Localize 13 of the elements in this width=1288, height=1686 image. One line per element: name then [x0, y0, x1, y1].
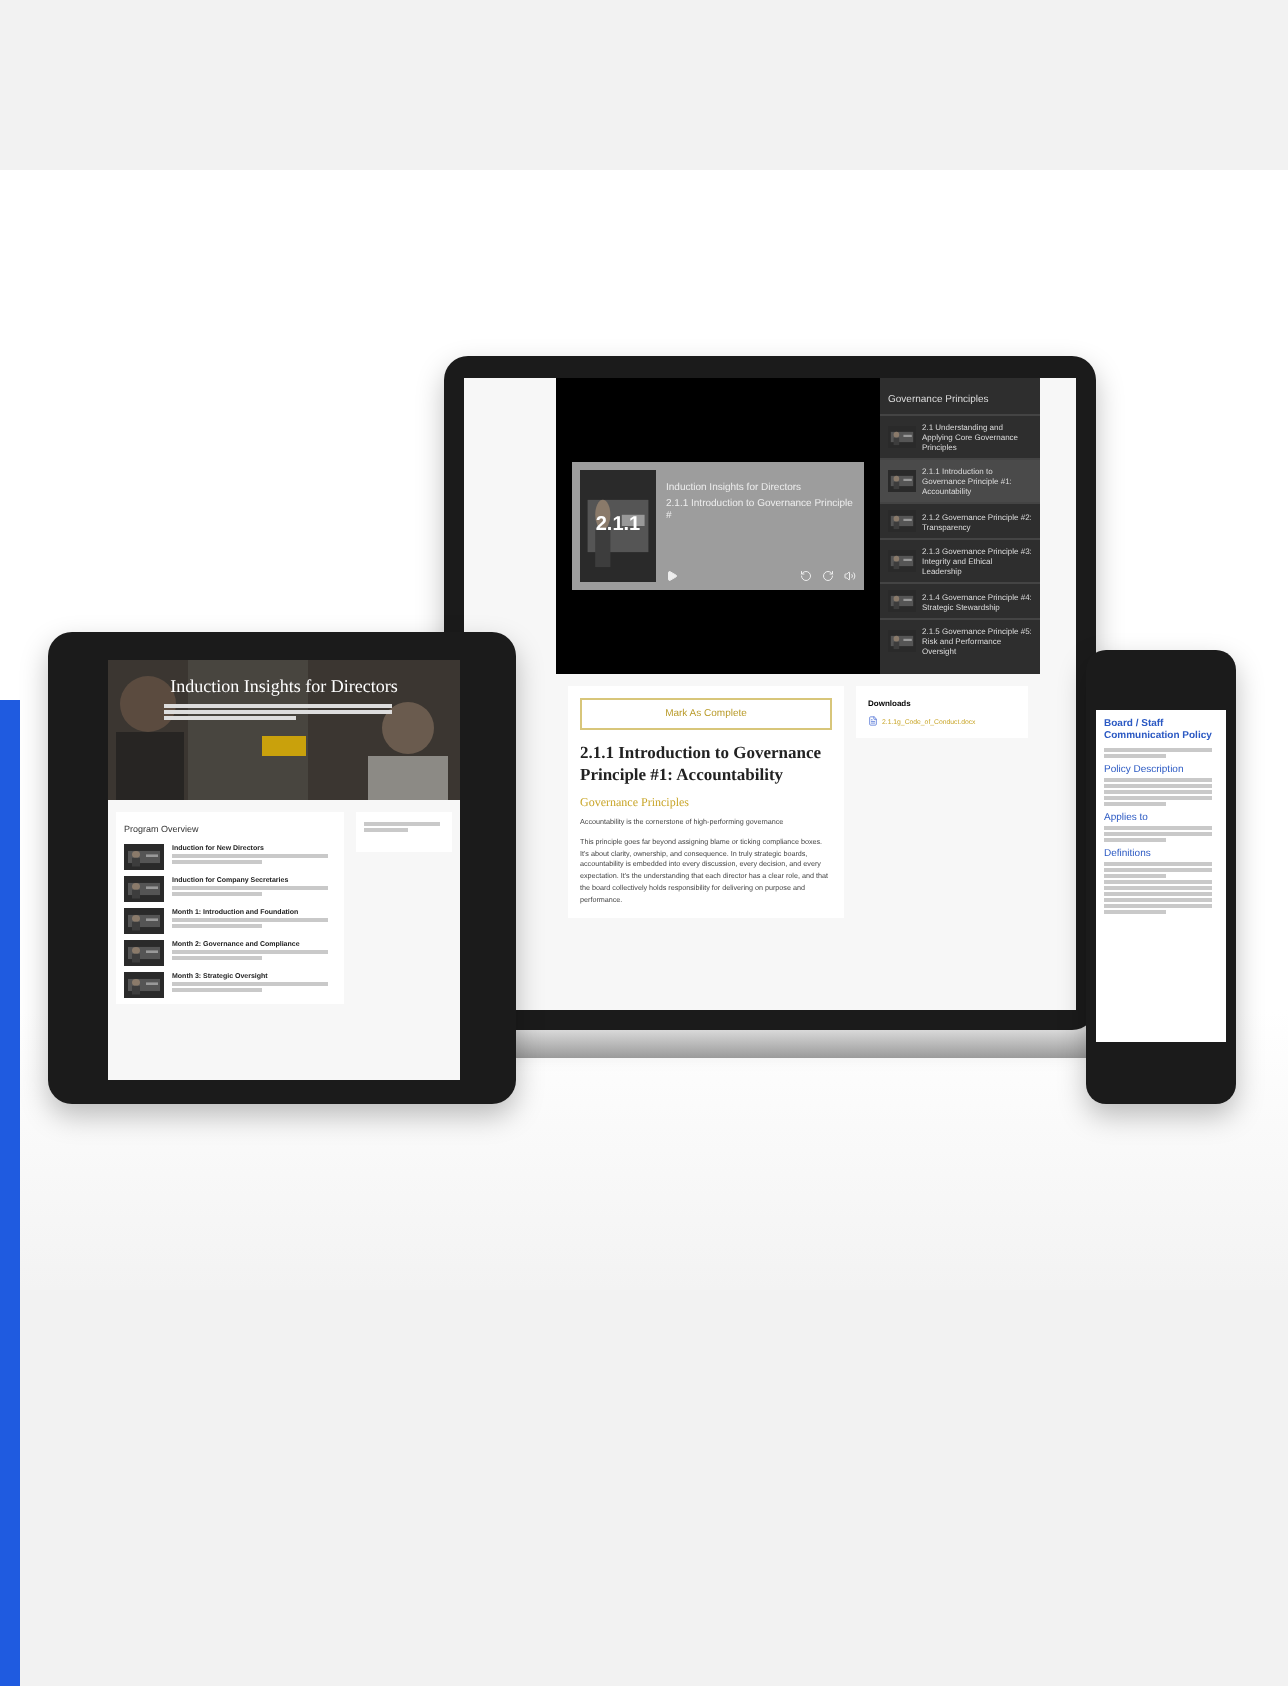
play-icon[interactable]: [666, 570, 678, 582]
start-button[interactable]: [262, 736, 306, 756]
text-lines-drawing: [364, 822, 444, 832]
text-lines-drawing: [1104, 748, 1218, 758]
text-lines-drawing: [1104, 778, 1218, 806]
course-title: Induction Insights for Directors: [170, 676, 398, 696]
forward-icon[interactable]: [822, 570, 834, 582]
rewind-icon[interactable]: [800, 570, 812, 582]
lesson-number: 2.1.1: [593, 514, 643, 536]
volume-icon[interactable]: [844, 570, 856, 582]
text-lines-drawing: [1104, 826, 1218, 842]
lesson-heading: 2.1.1 Introduction to Governance Principle #1: Accountability: [580, 742, 823, 787]
file-icon: [868, 716, 878, 726]
